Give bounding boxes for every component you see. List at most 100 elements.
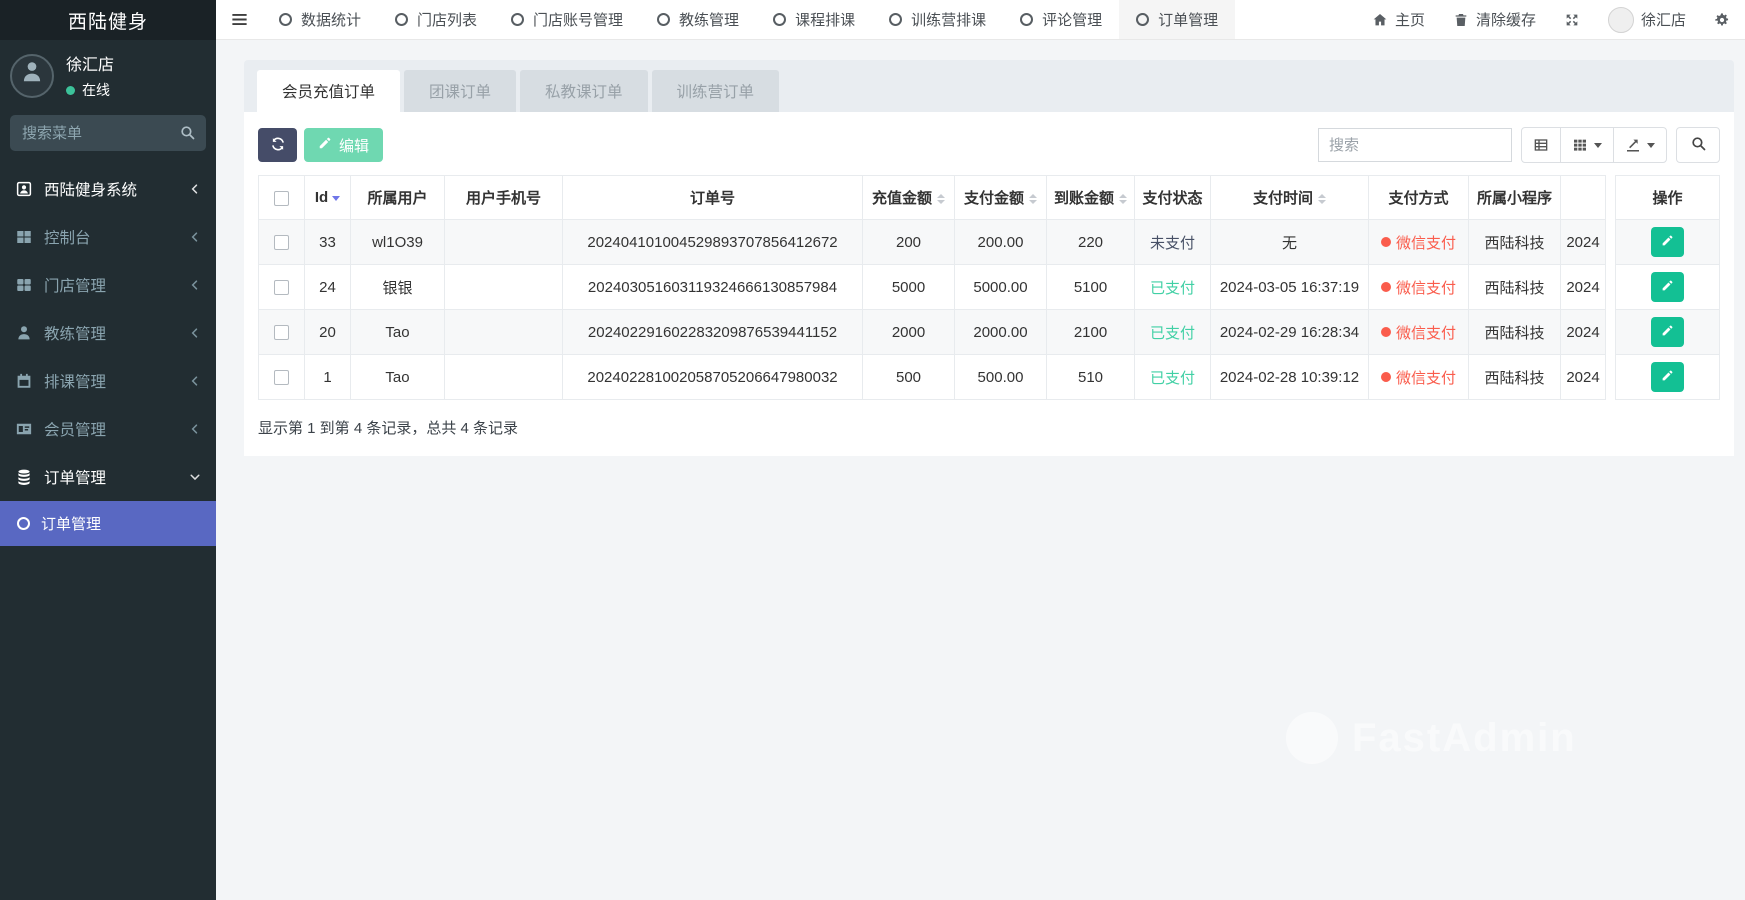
- pay-status: 已支付: [1150, 325, 1195, 342]
- navbar-tab-课程排课[interactable]: 课程排课: [756, 0, 872, 39]
- database-icon: [15, 468, 33, 486]
- col-header-action: 操作: [1616, 176, 1720, 220]
- sort-carets-icon: [1119, 194, 1127, 204]
- cell-recharge: 2000: [863, 310, 955, 355]
- pencil-icon: [1661, 324, 1674, 340]
- table-row: 33wl1O3920240410100452989370785641267220…: [259, 220, 1720, 265]
- search-icon[interactable]: [179, 124, 196, 141]
- table-search-input[interactable]: [1318, 128, 1512, 162]
- toggle-view-button[interactable]: [1521, 127, 1561, 163]
- sidebar-item-教练管理[interactable]: 教练管理: [0, 309, 216, 357]
- sidebar-item-会员管理[interactable]: 会员管理: [0, 405, 216, 453]
- sidebar-item-控制台[interactable]: 控制台: [0, 213, 216, 261]
- col-header-user: 所属用户: [351, 176, 445, 220]
- pay-method: 微信支付: [1381, 232, 1456, 253]
- col-header-mini_app: 所属小程序: [1469, 176, 1561, 220]
- orders-panel: 会员充值订单团课订单私教课订单训练营订单 编辑: [244, 60, 1734, 456]
- row-checkbox[interactable]: [274, 325, 289, 340]
- export-button[interactable]: [1613, 127, 1667, 163]
- cell-user: Tao: [351, 310, 445, 355]
- tab-私教课订单[interactable]: 私教课订单: [520, 70, 648, 112]
- cell-checkbox: [259, 220, 305, 265]
- home-link[interactable]: 主页: [1372, 9, 1425, 30]
- navbar-tab-数据统计[interactable]: 数据统计: [262, 0, 378, 39]
- tab-训练营订单[interactable]: 训练营订单: [652, 70, 780, 112]
- online-status-label: 在线: [82, 80, 110, 100]
- cell-method: 微信支付: [1369, 310, 1469, 355]
- search-toggle-button[interactable]: [1676, 127, 1720, 163]
- pencil-icon: [1661, 369, 1674, 385]
- coach-icon: [15, 324, 33, 342]
- menu-search-input[interactable]: [10, 115, 206, 151]
- cell-id: 1: [305, 355, 351, 400]
- cell-mini_app: 西陆科技: [1469, 220, 1561, 265]
- cell-status: 已支付: [1135, 310, 1211, 355]
- cell-pay_time: 2024-02-28 10:39:12: [1211, 355, 1369, 400]
- app-root: 西陆健身 徐汇店 在线 西陆健身系统控制台门店管理教练管理排课管理会员管理订单管…: [0, 0, 1745, 900]
- col-header-pay[interactable]: 支付金额: [955, 176, 1047, 220]
- chevron-left-icon: [188, 326, 202, 340]
- pay-status: 已支付: [1150, 370, 1195, 387]
- circle-icon: [657, 13, 670, 26]
- pay-method: 微信支付: [1381, 277, 1456, 298]
- row-edit-button[interactable]: [1651, 272, 1684, 302]
- cell-action: [1616, 355, 1720, 400]
- refresh-button[interactable]: [258, 128, 297, 162]
- navbar-tab-评论管理[interactable]: 评论管理: [1003, 0, 1119, 39]
- store-icon: [15, 276, 33, 294]
- row-edit-button[interactable]: [1651, 227, 1684, 257]
- circle-icon: [889, 13, 902, 26]
- col-header-recharge[interactable]: 充值金额: [863, 176, 955, 220]
- navbar-tab-门店列表[interactable]: 门店列表: [378, 0, 494, 39]
- cell-action: [1616, 265, 1720, 310]
- pay-status: 未支付: [1150, 235, 1195, 252]
- cell-checkbox: [259, 355, 305, 400]
- select-all-checkbox[interactable]: [274, 191, 289, 206]
- navbar-tab-门店账号管理[interactable]: 门店账号管理: [494, 0, 640, 39]
- row-edit-button[interactable]: [1651, 317, 1684, 347]
- cell-action: [1616, 220, 1720, 265]
- console-icon: [15, 228, 33, 246]
- col-header-arrive[interactable]: 到账金额: [1047, 176, 1135, 220]
- settings-button[interactable]: [1714, 12, 1730, 28]
- columns-button[interactable]: [1560, 127, 1614, 163]
- cell-user: wl1O39: [351, 220, 445, 265]
- sidebar-item-订单管理[interactable]: 订单管理: [0, 453, 216, 501]
- sidebar-toggle-button[interactable]: [216, 0, 262, 39]
- fullscreen-button[interactable]: [1564, 12, 1580, 28]
- table-icon: [1533, 137, 1549, 153]
- user-avatar: [1608, 7, 1634, 33]
- cell-phone: [445, 355, 563, 400]
- cogs-icon: [1714, 12, 1730, 28]
- edit-button[interactable]: 编辑: [304, 128, 383, 162]
- col-header-pay_time[interactable]: 支付时间: [1211, 176, 1369, 220]
- cell-pay_time: 2024-02-29 16:28:34: [1211, 310, 1369, 355]
- cell-order_no: 202402281002058705206647980032: [563, 355, 863, 400]
- navbar-tab-订单管理[interactable]: 订单管理: [1119, 0, 1235, 39]
- row-checkbox[interactable]: [274, 280, 289, 295]
- col-header-checkbox[interactable]: [259, 176, 305, 220]
- navbar-tab-训练营排课[interactable]: 训练营排课: [872, 0, 1003, 39]
- sidebar-item-门店管理[interactable]: 门店管理: [0, 261, 216, 309]
- sidebar-subitem-订单管理[interactable]: 订单管理: [0, 501, 216, 546]
- chevron-left-icon: [188, 374, 202, 388]
- row-checkbox[interactable]: [274, 235, 289, 250]
- navbar-tab-教练管理[interactable]: 教练管理: [640, 0, 756, 39]
- sidebar-item-排课管理[interactable]: 排课管理: [0, 357, 216, 405]
- clear-cache-link[interactable]: 清除缓存: [1453, 9, 1536, 30]
- sidebar-item-西陆健身系统[interactable]: 西陆健身系统: [0, 165, 216, 213]
- tab-会员充值订单[interactable]: 会员充值订单: [257, 70, 400, 112]
- cell-pay: 200.00: [955, 220, 1047, 265]
- cell-pay: 2000.00: [955, 310, 1047, 355]
- cell-method: 微信支付: [1369, 355, 1469, 400]
- col-header-clipped: [1561, 176, 1606, 220]
- row-edit-button[interactable]: [1651, 362, 1684, 392]
- row-checkbox[interactable]: [274, 370, 289, 385]
- cell-arrive: 2100: [1047, 310, 1135, 355]
- table-toolbar: 编辑: [258, 127, 1720, 163]
- cell-pay: 500.00: [955, 355, 1047, 400]
- user-menu[interactable]: 徐汇店: [1608, 7, 1686, 33]
- tab-团课订单[interactable]: 团课订单: [404, 70, 516, 112]
- col-header-id[interactable]: Id: [305, 176, 351, 220]
- avatar: [10, 54, 54, 98]
